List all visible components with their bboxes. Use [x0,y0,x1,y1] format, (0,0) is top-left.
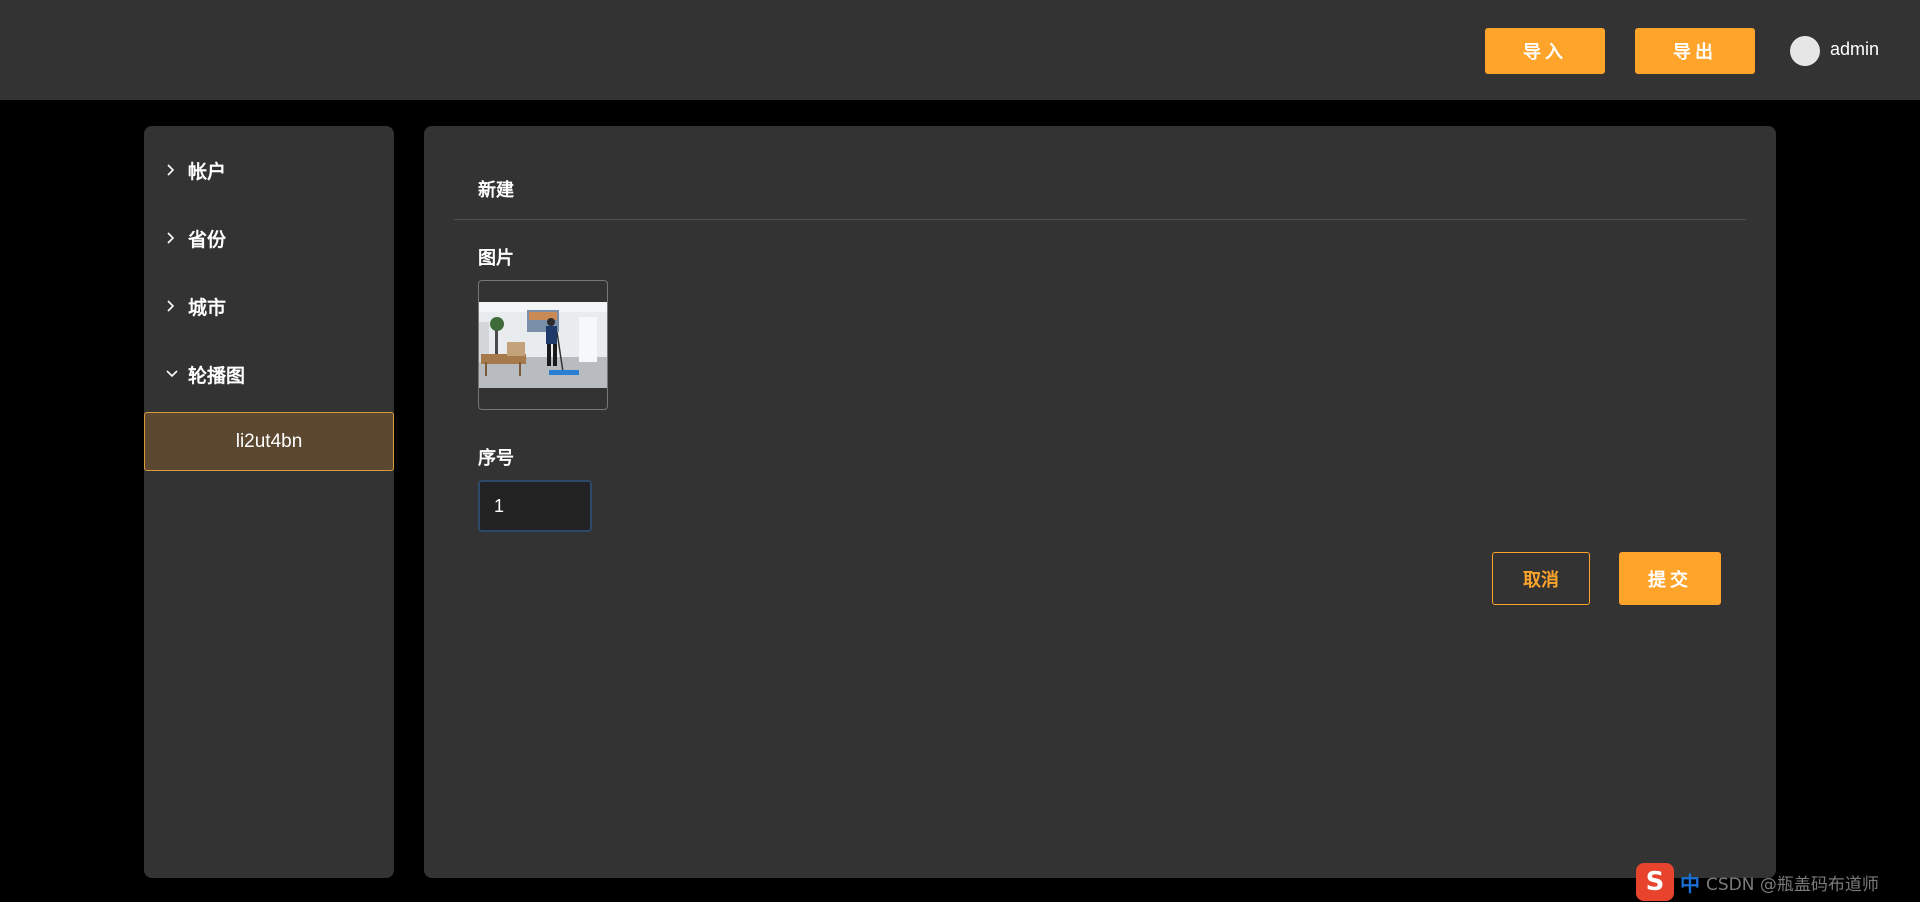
sidebar-item-label: 轮播图 [188,364,246,387]
uploaded-image [479,302,607,388]
sidebar-item-account[interactable]: 帐户 [144,150,394,190]
sidebar-item-province[interactable]: 省份 [144,218,394,258]
avatar[interactable] [1790,36,1820,66]
image-label: 图片 [478,248,514,269]
image-upload[interactable] [478,280,608,410]
top-header: 导入 导出 admin [0,0,1920,100]
cancel-button[interactable]: 取消 [1492,552,1590,605]
sidebar-item-label: 帐户 [188,160,227,183]
main-panel: 新建 图片 序号 取消 提交 [424,126,1776,878]
import-button[interactable]: 导入 [1485,28,1605,74]
username[interactable]: admin [1830,39,1879,60]
sidebar-item-label: 城市 [188,296,227,319]
sidebar-item-label: 省份 [188,228,227,251]
sidebar-item-city[interactable]: 城市 [144,286,394,326]
chevron-right-icon [166,300,188,312]
divider [454,219,1746,220]
form-title: 新建 [478,180,514,201]
ime-toolbar: S 中 CSDN @瓶盖码布道师 [1636,862,1920,902]
submit-button[interactable]: 提交 [1619,552,1721,605]
order-input[interactable] [478,480,592,532]
ime-language[interactable]: 中 [1680,868,1700,897]
chevron-right-icon [166,164,188,176]
order-label: 序号 [478,448,514,469]
sidebar: 帐户 省份 城市 轮播图 li2ut4bn [144,126,394,878]
chevron-right-icon [166,232,188,244]
chevron-down-icon [166,369,188,379]
watermark: CSDN @瓶盖码布道师 [1706,874,1879,895]
sidebar-subitem-selected[interactable]: li2ut4bn [144,412,394,471]
sidebar-item-carousel[interactable]: 轮播图 [144,354,394,394]
export-button[interactable]: 导出 [1635,28,1755,74]
sogou-logo-icon[interactable]: S [1636,863,1674,901]
